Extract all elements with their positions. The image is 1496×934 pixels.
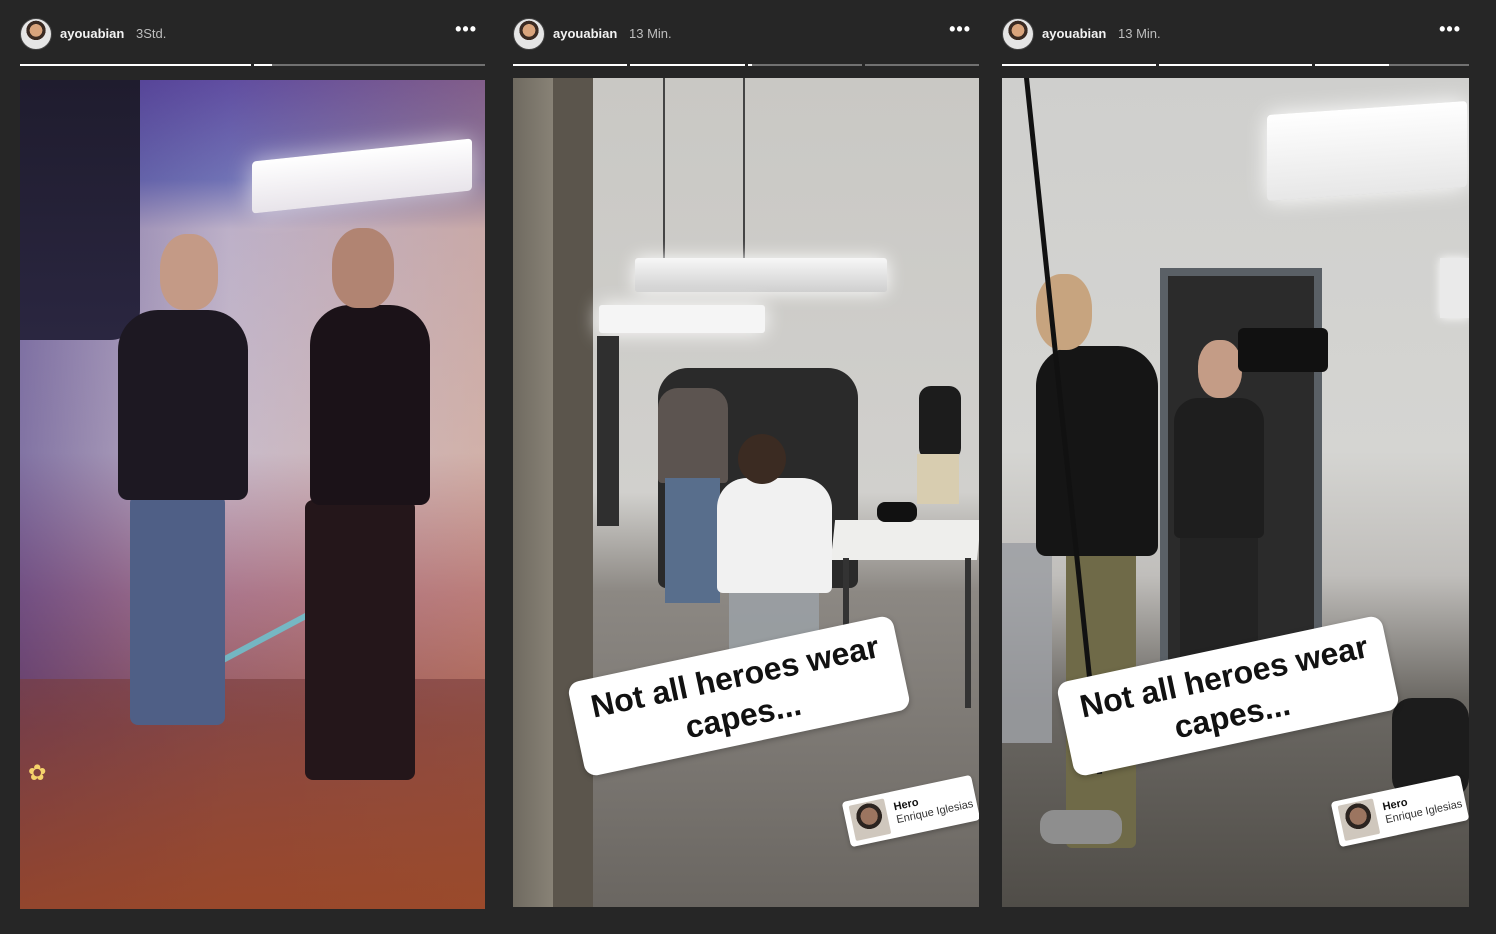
progress-segment <box>747 64 862 66</box>
timestamp: 3Std. <box>136 26 167 41</box>
progress-fill <box>1002 64 1156 66</box>
progress-segment <box>864 64 979 66</box>
camera-rig <box>1238 328 1328 372</box>
person-head <box>160 234 218 310</box>
progress-fill <box>630 64 745 66</box>
progress-segment <box>1158 64 1313 66</box>
story-media-image[interactable]: ✿ <box>20 80 485 909</box>
progress-fill <box>747 64 753 66</box>
progress-fill <box>1315 64 1390 66</box>
chair <box>1002 543 1052 743</box>
lamp-wire <box>663 78 665 258</box>
progress-segment <box>1315 64 1470 66</box>
username[interactable]: ayouabian <box>60 26 124 41</box>
studio-light <box>635 258 887 292</box>
progress-fill <box>513 64 628 66</box>
floor <box>20 679 485 909</box>
door <box>597 336 619 526</box>
studio-light <box>599 305 765 333</box>
lamp-wire <box>743 78 745 258</box>
person-torso <box>1174 398 1264 538</box>
shoe <box>1040 810 1122 844</box>
studio-light <box>1440 258 1469 318</box>
progress-segment <box>254 64 485 66</box>
person-torso <box>658 388 728 483</box>
progress-fill <box>254 64 273 66</box>
username[interactable]: ayouabian <box>1042 26 1106 41</box>
album-art <box>1337 798 1381 842</box>
story-media-image[interactable]: Not all heroes wear capes... Hero Enriqu… <box>513 78 979 907</box>
progress-segment <box>1002 64 1156 66</box>
timestamp: 13 Min. <box>1118 26 1161 41</box>
more-horizontal-icon[interactable]: ••• <box>1439 20 1461 38</box>
person-torso <box>118 310 248 500</box>
more-horizontal-icon[interactable]: ••• <box>949 20 971 38</box>
person-torso <box>919 386 961 460</box>
profile-avatar[interactable] <box>513 18 545 50</box>
profile-avatar[interactable] <box>20 18 52 50</box>
progress-segment <box>630 64 745 66</box>
table <box>830 520 979 560</box>
progress-fill <box>1158 64 1313 66</box>
story-progress-bar <box>20 64 485 66</box>
person-legs <box>917 454 959 504</box>
flower-icon: ✿ <box>28 760 47 785</box>
camera-rig <box>20 80 140 340</box>
person-legs <box>305 500 415 780</box>
story-header: ayouabian 13 Min. ••• <box>1002 18 1469 50</box>
timestamp: 13 Min. <box>629 26 672 41</box>
person-legs <box>130 495 225 725</box>
telephone <box>877 502 917 522</box>
story-media-image[interactable]: Not all heroes wear capes... Hero Enriqu… <box>1002 78 1469 907</box>
progress-segment <box>513 64 628 66</box>
more-horizontal-icon[interactable]: ••• <box>455 20 477 38</box>
progress-segment <box>20 64 251 66</box>
table-leg <box>965 558 971 708</box>
story-progress-bar <box>513 64 979 66</box>
pillar <box>553 78 593 907</box>
person-head <box>332 228 394 308</box>
person-torso <box>310 305 430 505</box>
person-legs <box>665 478 720 603</box>
album-art <box>848 798 892 842</box>
story-progress-bar <box>1002 64 1470 66</box>
music-sticker[interactable]: Hero Enrique Iglesias <box>841 774 979 848</box>
seated-person <box>717 478 832 593</box>
person-head <box>1198 340 1242 398</box>
person-head <box>1036 274 1092 350</box>
person-torso <box>1036 346 1158 556</box>
person-head <box>738 434 786 484</box>
profile-avatar[interactable] <box>1002 18 1034 50</box>
username[interactable]: ayouabian <box>553 26 617 41</box>
story-header: ayouabian 3Std. ••• <box>20 18 485 50</box>
progress-fill <box>20 64 251 66</box>
studio-light <box>252 138 472 214</box>
studio-light <box>1267 101 1467 201</box>
story-header: ayouabian 13 Min. ••• <box>513 18 979 50</box>
